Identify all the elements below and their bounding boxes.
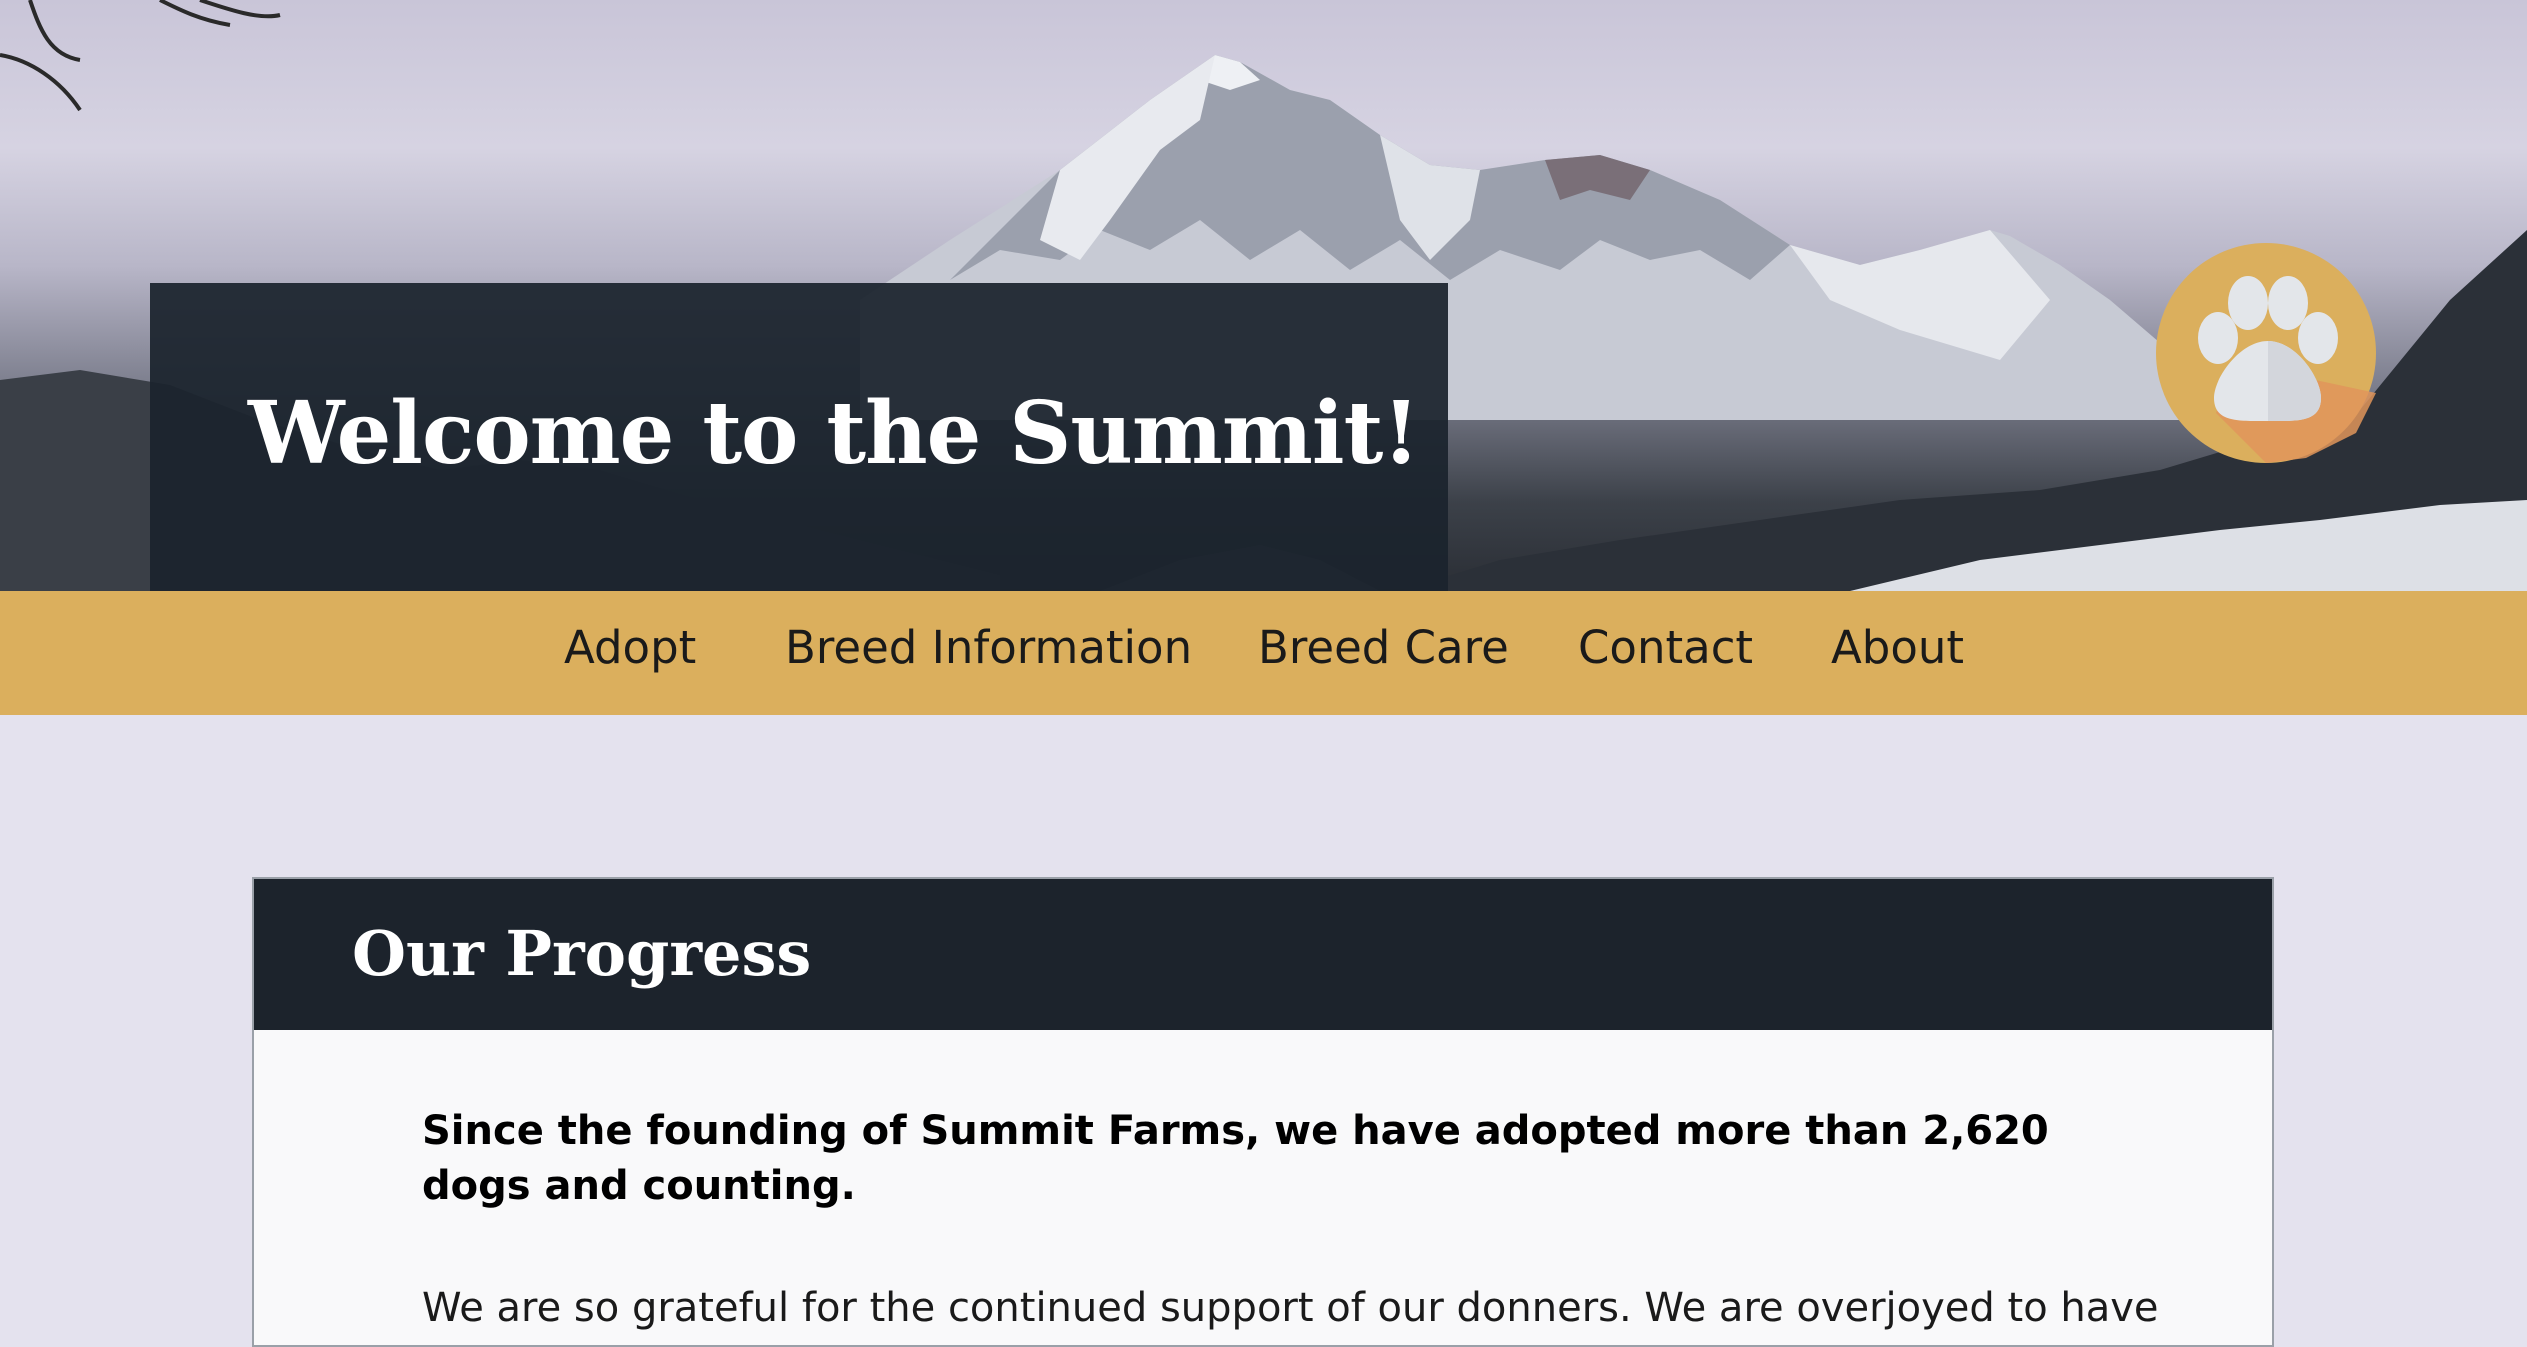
progress-card: Our Progress Since the founding of Summi… [252, 877, 2274, 1347]
page-title: Welcome to the Summit! [248, 383, 1420, 484]
nav-link-breed-information[interactable]: Breed Information [785, 621, 1192, 674]
main-nav: Adopt Breed Information Breed Care Conta… [0, 591, 2527, 715]
paw-print-icon[interactable] [2156, 243, 2376, 463]
title-panel: Welcome to the Summit! [150, 283, 1448, 591]
nav-link-adopt[interactable]: Adopt [564, 621, 696, 674]
nav-link-about[interactable]: About [1831, 621, 1964, 674]
nav-link-contact[interactable]: Contact [1578, 621, 1753, 674]
nav-link-breed-care[interactable]: Breed Care [1258, 621, 1509, 674]
progress-body-text: We are so grateful for the continued sup… [422, 1285, 2162, 1331]
progress-heading: Our Progress [352, 917, 812, 990]
hero-banner: Welcome to the Summit! [0, 0, 2527, 591]
progress-lead-text: Since the founding of Summit Farms, we h… [422, 1108, 2049, 1209]
progress-card-header: Our Progress [254, 879, 2272, 1030]
